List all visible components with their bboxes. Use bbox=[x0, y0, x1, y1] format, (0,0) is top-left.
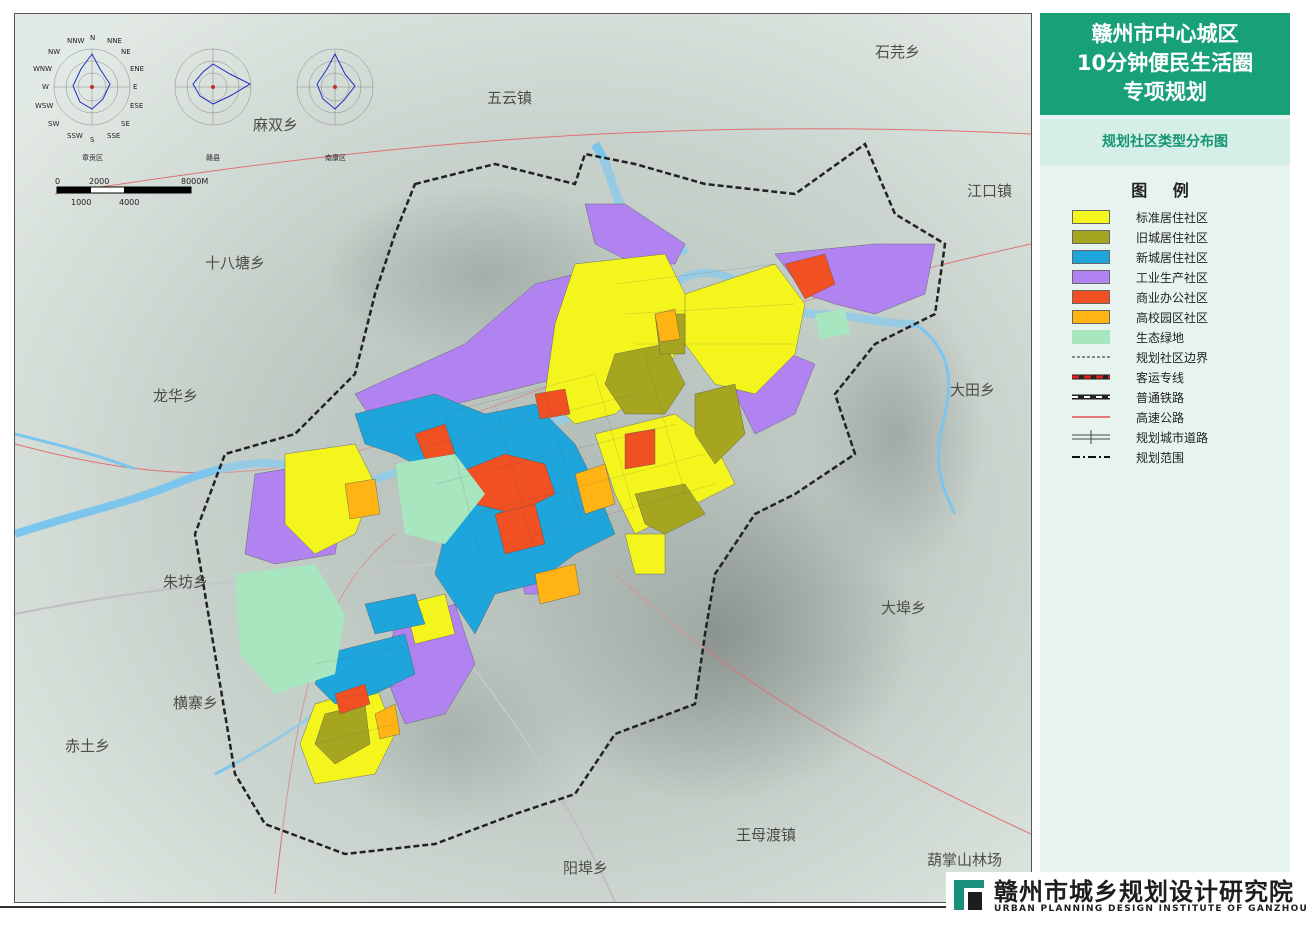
legend-item: 旧城居住社区 bbox=[1072, 229, 1208, 245]
city-road-symbol bbox=[1072, 430, 1110, 444]
title-box: 赣州市中心城区 10分钟便民生活圈 专项规划 bbox=[1040, 13, 1290, 115]
legend-item: 标准居住社区 bbox=[1072, 209, 1208, 225]
place-label: 十八塘乡 bbox=[205, 254, 266, 272]
passenger-rail-symbol bbox=[1072, 374, 1110, 380]
legend-title: 图 例 bbox=[1131, 181, 1199, 200]
legend-swatch bbox=[1072, 290, 1110, 304]
place-label: 五云镇 bbox=[487, 89, 533, 107]
legend-item: 高速公路 bbox=[1072, 409, 1184, 425]
map-subtitle: 规划社区类型分布图 bbox=[1040, 119, 1290, 165]
legend-item: 普通铁路 bbox=[1072, 389, 1184, 405]
legend: 图 例 bbox=[1040, 177, 1290, 207]
place-label: 麻双乡 bbox=[253, 116, 299, 134]
legend-item: 生态绿地 bbox=[1072, 329, 1184, 345]
institute-footer: 赣州市城乡规划设计研究院 URBAN PLANNING DESIGN INSTI… bbox=[946, 872, 1310, 923]
wind-rose-label: 南康区 bbox=[325, 154, 346, 162]
legend-swatch bbox=[1072, 330, 1110, 344]
planning-range-symbol bbox=[1072, 456, 1110, 458]
rose-direction-label: SSW bbox=[67, 132, 83, 140]
place-label: 大田乡 bbox=[950, 381, 996, 399]
place-label: 王母渡镇 bbox=[736, 826, 797, 844]
legend-swatch bbox=[1072, 270, 1110, 284]
rose-direction-label: NE bbox=[121, 48, 131, 56]
legend-item: 规划范围 bbox=[1072, 449, 1184, 465]
rose-direction-label: E bbox=[133, 83, 138, 91]
expressway-symbol bbox=[1072, 416, 1110, 418]
rose-direction-label: W bbox=[42, 83, 49, 91]
legend-swatch bbox=[1072, 310, 1110, 324]
legend-item: 规划城市道路 bbox=[1072, 429, 1208, 445]
scale-label: 1000 bbox=[71, 198, 92, 207]
rose-direction-label: NNW bbox=[67, 37, 85, 45]
scale-bar bbox=[56, 186, 192, 194]
map-svg bbox=[15, 14, 1031, 902]
place-label: 阳埠乡 bbox=[563, 859, 609, 877]
rose-direction-label: SE bbox=[121, 120, 130, 128]
place-label: 横寨乡 bbox=[173, 694, 219, 712]
rose-direction-label: ESE bbox=[130, 102, 144, 110]
rose-direction-label: SSE bbox=[107, 132, 121, 140]
legend-item: 规划社区边界 bbox=[1072, 349, 1208, 365]
scale-label: 4000 bbox=[119, 198, 140, 207]
legend-item: 工业生产社区 bbox=[1072, 269, 1208, 285]
legend-swatch bbox=[1072, 250, 1110, 264]
rose-direction-label: ENE bbox=[130, 65, 145, 73]
place-label: 石芫乡 bbox=[875, 43, 921, 61]
rose-direction-label: NW bbox=[48, 48, 61, 56]
scale-label: 0 bbox=[55, 177, 61, 186]
place-label: 江口镇 bbox=[967, 182, 1013, 200]
rose-direction-label: WNW bbox=[33, 65, 53, 73]
place-label: 朱坊乡 bbox=[163, 573, 209, 591]
place-label: 龙华乡 bbox=[153, 387, 199, 405]
place-label: 葫掌山林场 bbox=[927, 851, 1003, 869]
rose-direction-label: SW bbox=[48, 120, 60, 128]
title-line: 10分钟便民生活圈 bbox=[1076, 51, 1254, 75]
legend-item: 新城居住社区 bbox=[1072, 249, 1208, 265]
railway-symbol bbox=[1072, 394, 1110, 400]
title-line: 赣州市中心城区 bbox=[1091, 22, 1239, 46]
title-line: 专项规划 bbox=[1123, 80, 1207, 104]
institute-name-en: URBAN PLANNING DESIGN INSTITUTE OF GANZH… bbox=[994, 904, 1309, 914]
rose-direction-label: N bbox=[90, 34, 96, 42]
legend-swatch bbox=[1072, 210, 1110, 224]
institute-logo-icon bbox=[954, 880, 984, 910]
scale-label: 2000 bbox=[89, 177, 110, 186]
community-boundary-symbol bbox=[1072, 356, 1110, 358]
rose-direction-label: S bbox=[90, 136, 95, 144]
legend-panel: 赣州市中心城区 10分钟便民生活圈 专项规划 规划社区类型分布图 图 例 标准居… bbox=[1040, 13, 1290, 901]
legend-item: 商业办公社区 bbox=[1072, 289, 1208, 305]
map-canvas[interactable]: 章贡区 赣县 南康区 N NNE NE ENE E ESE SE SSE S S… bbox=[14, 13, 1032, 903]
scale-label: 8000M bbox=[181, 177, 209, 186]
place-label: 大埠乡 bbox=[881, 599, 927, 617]
rose-direction-label: WSW bbox=[35, 102, 54, 110]
wind-rose-label: 赣县 bbox=[206, 154, 220, 162]
institute-name: 赣州市城乡规划设计研究院 bbox=[994, 877, 1294, 906]
legend-swatch bbox=[1072, 230, 1110, 244]
rose-direction-label: NNE bbox=[107, 37, 122, 45]
wind-rose-label: 章贡区 bbox=[82, 154, 103, 162]
legend-item: 客运专线 bbox=[1072, 369, 1184, 385]
legend-item: 高校园区社区 bbox=[1072, 309, 1208, 325]
place-label: 赤土乡 bbox=[65, 737, 111, 755]
